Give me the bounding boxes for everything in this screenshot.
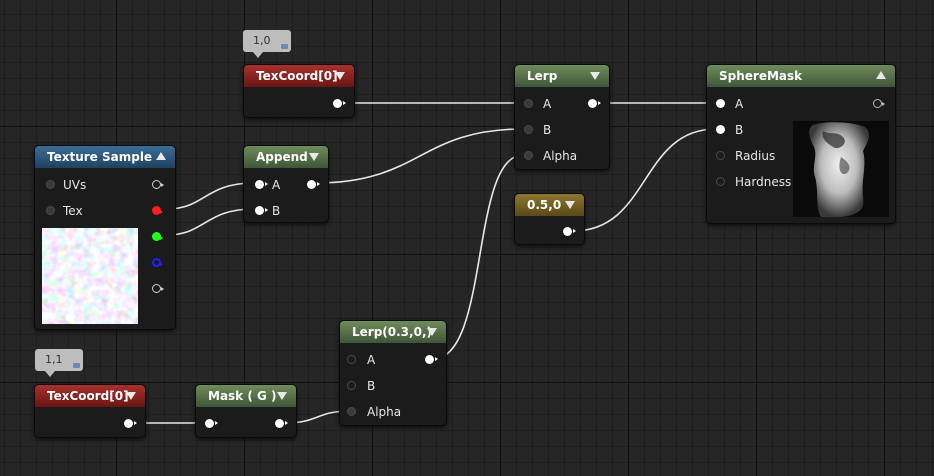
output-pin[interactable] (563, 227, 576, 236)
node-header[interactable]: 0.5,0 (515, 194, 584, 216)
wire-red-to-append-a (166, 182, 255, 210)
collapse-arrow-icon[interactable] (126, 392, 136, 400)
node-title: Mask ( G ) (208, 389, 277, 403)
output-pin[interactable] (275, 419, 288, 428)
input-pin-a[interactable] (524, 99, 533, 108)
output-pin-g[interactable] (152, 232, 163, 241)
node-title: TexCoord[0] (47, 389, 129, 403)
node-header[interactable]: TexCoord[0] (244, 65, 354, 87)
pin-label-hardness: Hardness (735, 175, 792, 189)
output-pin-a[interactable] (152, 284, 164, 293)
output-pin[interactable] (124, 419, 137, 428)
bubble-label: 1,0 (253, 34, 271, 47)
input-pin-alpha[interactable] (524, 151, 533, 160)
pin-label-tex: Tex (63, 204, 83, 218)
pin-label-b: B (543, 123, 552, 137)
input-pin-alpha[interactable] (347, 407, 356, 416)
node-append[interactable]: Append A B (243, 145, 329, 223)
comment-bubble-texcoord-top: 1,0 (243, 30, 291, 58)
collapse-arrow-icon[interactable] (590, 72, 600, 80)
pin-label-b: B (272, 204, 281, 218)
comment-bubble-texcoord-bottom: 1,1 (35, 349, 83, 377)
collapse-arrow-icon[interactable] (309, 153, 319, 161)
pin-label-a: A (367, 353, 376, 367)
output-pin[interactable] (333, 99, 346, 108)
comment-icon (281, 44, 288, 49)
output-pin-rgb[interactable] (152, 180, 164, 189)
pin-label-b: B (735, 123, 744, 137)
node-lerp[interactable]: Lerp A B Alpha (514, 64, 610, 170)
output-pin-r[interactable] (152, 206, 163, 215)
node-header[interactable]: Lerp(0.3,0,) (340, 321, 446, 343)
node-header[interactable]: Lerp (515, 65, 609, 87)
node-constant[interactable]: 0.5,0 (514, 193, 585, 245)
wire-green-to-append-b (166, 208, 255, 236)
pin-label-a: A (272, 178, 281, 192)
node-header[interactable]: Mask ( G ) (196, 385, 296, 407)
collapse-arrow-icon[interactable] (876, 71, 886, 79)
node-title: SphereMask (719, 69, 803, 83)
collapse-arrow-icon[interactable] (565, 201, 575, 209)
wire-append-to-lerp-b (315, 128, 524, 184)
node-header[interactable]: Append (244, 146, 328, 168)
collapse-arrow-icon[interactable] (156, 152, 166, 160)
collapse-arrow-icon[interactable] (335, 72, 345, 80)
input-pin-b[interactable] (255, 206, 268, 215)
input-pin-b[interactable] (524, 125, 533, 134)
input-pin-a[interactable] (716, 99, 725, 108)
pin-label-uvs: UVs (63, 178, 87, 192)
pin-label-alpha: Alpha (543, 149, 578, 163)
node-header[interactable]: Texture Sample (35, 146, 175, 168)
output-pin[interactable] (425, 355, 438, 364)
input-pin-b[interactable] (716, 125, 725, 134)
output-pin[interactable] (588, 99, 601, 108)
texture-preview-thumbnail (42, 228, 138, 324)
input-pin-a[interactable] (255, 180, 268, 189)
node-title: Lerp(0.3,0,) (352, 325, 432, 339)
output-pin[interactable] (307, 180, 320, 189)
node-header[interactable]: TexCoord[0] (35, 385, 145, 407)
node-mask-g[interactable]: Mask ( G ) (195, 384, 297, 438)
node-header[interactable]: SphereMask (707, 65, 895, 87)
output-pin[interactable] (873, 99, 885, 108)
input-pin-uvs[interactable] (46, 180, 55, 189)
pin-label-a: A (543, 97, 552, 111)
node-title: Lerp (527, 69, 558, 83)
collapse-arrow-icon[interactable] (427, 328, 437, 336)
input-pin-a[interactable] (347, 355, 356, 364)
pin-label-alpha: Alpha (367, 405, 402, 419)
comment-icon (73, 363, 80, 368)
input-pin-hardness[interactable] (716, 177, 725, 186)
pin-label-b: B (367, 379, 376, 393)
input-pin-radius[interactable] (716, 151, 725, 160)
node-texcoord-top[interactable]: TexCoord[0] (243, 64, 355, 118)
node-title: Texture Sample (47, 150, 153, 164)
bubble-label: 1,1 (45, 353, 63, 366)
input-pin-tex[interactable] (46, 206, 55, 215)
node-title: TexCoord[0] (256, 69, 338, 83)
input-pin[interactable] (205, 419, 218, 428)
pin-label-a: A (735, 97, 744, 111)
node-title: 0.5,0 (527, 198, 562, 212)
output-pin-b[interactable] (152, 258, 163, 267)
node-lerp-constant[interactable]: Lerp(0.3,0,) A B Alpha (339, 320, 447, 426)
input-pin-b[interactable] (347, 381, 356, 390)
collapse-arrow-icon[interactable] (277, 392, 287, 400)
spheremask-preview-thumbnail (793, 121, 889, 217)
node-title: Append (256, 150, 308, 164)
node-texture-sample[interactable]: Texture Sample UVs Tex (34, 145, 176, 330)
node-texcoord-bottom[interactable]: TexCoord[0] (34, 384, 146, 438)
node-spheremask[interactable]: SphereMask A B Radius Hardness (706, 64, 896, 224)
pin-label-radius: Radius (735, 149, 776, 163)
